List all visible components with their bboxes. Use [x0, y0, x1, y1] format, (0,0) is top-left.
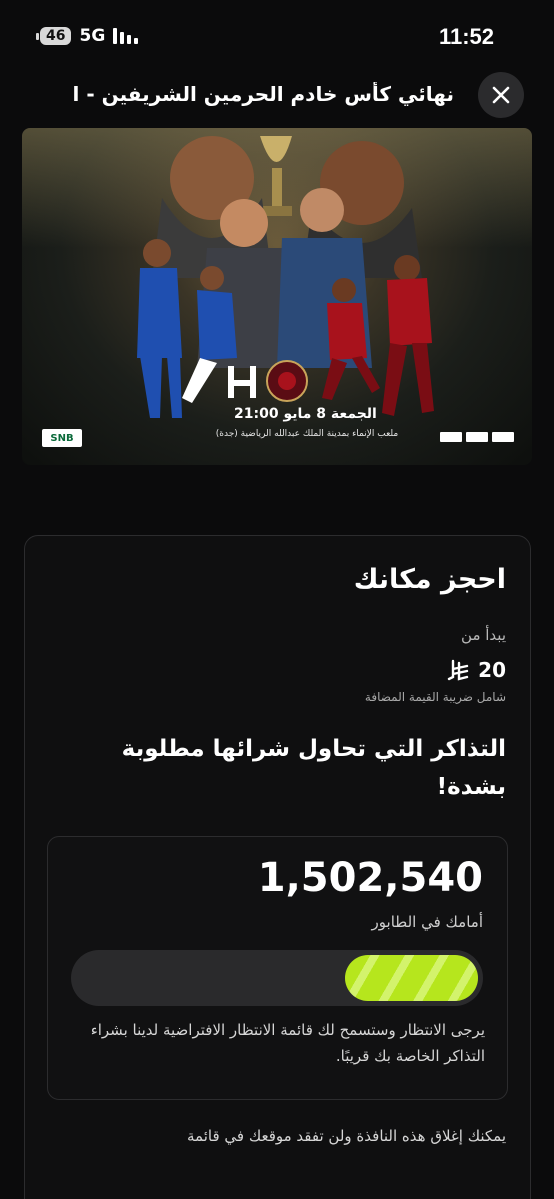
- queue-status-box: 1,502,540 أمامك في الطابور يرجى الانتظار…: [47, 836, 508, 1100]
- booking-card: احجز مكانك يبدأ من 20 شامل ضريبة القيمة …: [24, 535, 531, 1199]
- queue-position-label: أمامك في الطابور: [371, 913, 483, 931]
- close-window-note: يمكنك إغلاق هذه النافذة ولن تفقد موقعك ف…: [186, 1127, 506, 1145]
- match-date-time: الجمعة 8 مايو 21:00: [234, 406, 377, 422]
- sponsor-logos: [440, 432, 514, 442]
- high-demand-message: التذاكر التي تحاول شرائها مطلوبة بشدة!: [121, 736, 506, 800]
- status-bar: 46 5G 11:52: [0, 0, 554, 70]
- network-type: 5G: [79, 26, 106, 46]
- snb-logo: SNB: [42, 429, 82, 447]
- status-indicators: 46 5G: [35, 26, 139, 46]
- starts-from-label: يبدأ من: [461, 626, 506, 644]
- budget-logo: [492, 432, 514, 442]
- trophy-icon: [260, 136, 292, 216]
- price-row: 20: [446, 658, 506, 682]
- al-kholood-logo: [266, 360, 308, 402]
- queue-wait-note: يرجى الانتظار وستسمح لك قائمة الانتظار ا…: [90, 1021, 485, 1066]
- page-header: نهائي كأس خادم الحرمين الشريفين - ال...: [0, 72, 554, 122]
- queue-progress-fill: [345, 955, 478, 1001]
- vat-note: شامل ضريبة القيمة المضافة: [364, 690, 506, 704]
- close-button[interactable]: [478, 72, 524, 118]
- clock: 11:52: [438, 24, 494, 49]
- sponsor-logo: [440, 432, 462, 442]
- battery-indicator: 46: [35, 27, 72, 45]
- queue-progress-bar: [71, 950, 483, 1006]
- page-title: نهائي كأس خادم الحرمين الشريفين - ال...: [74, 82, 454, 106]
- booking-title: احجز مكانك: [353, 564, 506, 595]
- queue-position-count: 1,502,540: [257, 855, 483, 901]
- saudi-riyal-icon: [447, 659, 469, 681]
- sponsor-logo: [466, 432, 488, 442]
- match-venue: ملعب الإنماء بمدينة الملك عبدالله الرياض…: [215, 429, 399, 439]
- signal-bars-icon: [113, 28, 139, 44]
- price-value: 20: [478, 658, 506, 682]
- close-icon: [492, 86, 510, 104]
- event-banner: الجمعة 8 مايو 21:00 ملعب الإنماء بمدينة …: [22, 128, 532, 465]
